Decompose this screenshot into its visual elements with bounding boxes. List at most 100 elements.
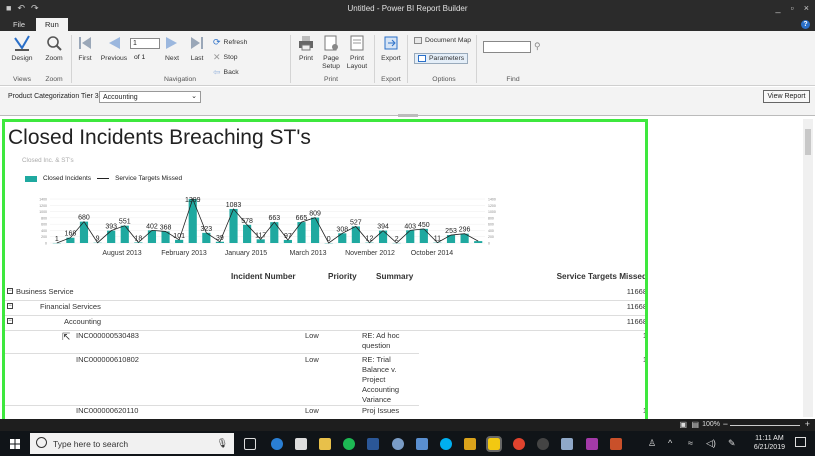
system-clock[interactable]: 11:11 AM 6/21/2019: [754, 434, 785, 452]
binoculars-icon[interactable]: ⚲: [534, 41, 541, 52]
data-label: 101: [173, 233, 185, 240]
data-label: 9: [96, 236, 100, 243]
legend-swatch-line: [97, 178, 110, 179]
col-summary: Summary: [376, 272, 414, 281]
page-setup-button[interactable]: Page Setup: [320, 34, 342, 71]
collapse-toggle[interactable]: −: [7, 303, 13, 309]
chrome-icon[interactable]: [513, 438, 525, 450]
print-layout-icon: [350, 35, 364, 51]
close-button[interactable]: ×: [804, 3, 809, 13]
last-page-button[interactable]: Last: [187, 34, 207, 63]
group-zoom: Zoom: [45, 76, 63, 83]
stm-value: 1: [642, 355, 647, 364]
parameters-button[interactable]: Parameters: [414, 53, 469, 64]
y-left-tick-label: 400: [41, 229, 47, 233]
y-right-tick-label: 1200: [488, 204, 496, 208]
zoom-slider[interactable]: [730, 425, 800, 426]
x-tick-label: October 2014: [411, 250, 454, 257]
data-label: 18: [134, 235, 142, 242]
group-navigation: Navigation: [163, 76, 197, 83]
incident-number: INC000000610802: [76, 355, 139, 364]
chart-bar: [378, 230, 388, 243]
skype-icon[interactable]: [440, 438, 452, 450]
print-button[interactable]: Print: [296, 34, 316, 63]
wifi-icon[interactable]: ≈: [688, 438, 693, 448]
chart-bar: [229, 208, 238, 243]
incident-number: INC000000620110: [76, 406, 139, 415]
report-builder-icon[interactable]: [486, 436, 502, 452]
group-row-accounting: − Accounting 11668: [5, 316, 645, 330]
data-label: 11: [434, 236, 441, 243]
page-number-input[interactable]: 1: [130, 38, 160, 49]
image-app-icon[interactable]: [464, 438, 476, 450]
next-page-button[interactable]: Next: [162, 34, 182, 63]
zoom-out-icon[interactable]: −: [723, 419, 728, 429]
data-label: 308: [336, 226, 348, 233]
view-report-button[interactable]: View Report: [763, 90, 810, 103]
refresh-button[interactable]: ⟳ Refresh: [213, 37, 247, 48]
print-layout-button[interactable]: Print Layout: [346, 34, 368, 71]
word-icon[interactable]: [367, 438, 379, 450]
x-tick-label: November 2012: [345, 250, 395, 257]
x-tick-label: August 2013: [102, 250, 141, 257]
refresh-label: Refresh: [223, 39, 248, 46]
tab-run[interactable]: Run: [36, 18, 68, 31]
previous-page-button[interactable]: Previous: [99, 34, 129, 63]
file-explorer-icon[interactable]: [319, 438, 331, 450]
maximize-button[interactable]: ▫: [791, 3, 794, 13]
app-icon[interactable]: [537, 438, 549, 450]
microphone-icon[interactable]: 🎙: [217, 438, 228, 449]
onenote-icon[interactable]: [586, 438, 598, 450]
status-bar: ▣ ▤ 100% − +: [0, 419, 815, 431]
data-label: 12: [366, 236, 374, 243]
minimize-button[interactable]: _: [776, 3, 781, 13]
windows-start-icon[interactable]: [10, 439, 20, 449]
tray-chevron-icon[interactable]: ^: [668, 438, 672, 448]
page-view-icon[interactable]: ▣: [679, 420, 687, 429]
collapse-toggle[interactable]: −: [7, 318, 13, 324]
y-left-tick-label: 0: [45, 242, 47, 246]
screen-app-icon[interactable]: [416, 438, 428, 450]
parameter-select[interactable]: Accounting ⌄: [99, 91, 201, 103]
group-export: Export: [381, 76, 401, 83]
ribbon-tabs: File Run ?: [0, 17, 815, 31]
stop-button[interactable]: ✕ Stop: [213, 52, 238, 63]
group-value: 11668: [626, 302, 647, 311]
taskbar-search[interactable]: Type here to search 🎙: [30, 433, 234, 454]
back-button[interactable]: ⇦ Back: [213, 67, 239, 78]
scrollbar-thumb[interactable]: [805, 129, 811, 155]
network-app-icon[interactable]: [392, 438, 404, 450]
design-button[interactable]: Design: [8, 34, 36, 63]
table-row: INC000000610802 Low RE: Trial Balance v.…: [5, 354, 647, 406]
zoom-in-icon[interactable]: +: [805, 419, 810, 429]
tab-file[interactable]: File: [4, 18, 34, 31]
export-icon: [384, 36, 398, 50]
export-button[interactable]: Export: [380, 34, 402, 63]
help-icon[interactable]: ?: [801, 20, 810, 29]
mouse-cursor: ⇱: [62, 332, 71, 343]
chart-bar: [175, 239, 184, 243]
pen-icon[interactable]: ✎: [728, 438, 736, 449]
zoom-button[interactable]: Zoom: [40, 34, 68, 63]
last-page-icon: [191, 37, 203, 49]
priority: Low: [305, 331, 319, 340]
chart-bar: [474, 241, 483, 243]
collapse-toggle[interactable]: −: [7, 288, 13, 294]
window-title: Untitled - Power BI Report Builder: [347, 4, 468, 13]
find-input[interactable]: [483, 41, 531, 53]
volume-icon[interactable]: ◁): [706, 438, 716, 449]
task-view-icon[interactable]: [244, 438, 256, 450]
people-icon[interactable]: ♙: [648, 438, 656, 449]
powerpoint-icon[interactable]: [610, 438, 622, 450]
document-map-button[interactable]: Document Map: [414, 37, 471, 44]
notifications-icon[interactable]: [795, 437, 806, 447]
summary: Proj Issues: [362, 406, 400, 415]
vertical-scrollbar[interactable]: [803, 119, 813, 417]
mail-icon[interactable]: [295, 438, 307, 450]
edge-icon[interactable]: [271, 438, 283, 450]
layout-view-icon[interactable]: ▤: [691, 420, 699, 429]
first-page-button[interactable]: First: [75, 34, 95, 63]
spotify-icon[interactable]: [343, 438, 355, 450]
tool-icon[interactable]: [561, 438, 573, 450]
chart-bar: [107, 230, 116, 243]
